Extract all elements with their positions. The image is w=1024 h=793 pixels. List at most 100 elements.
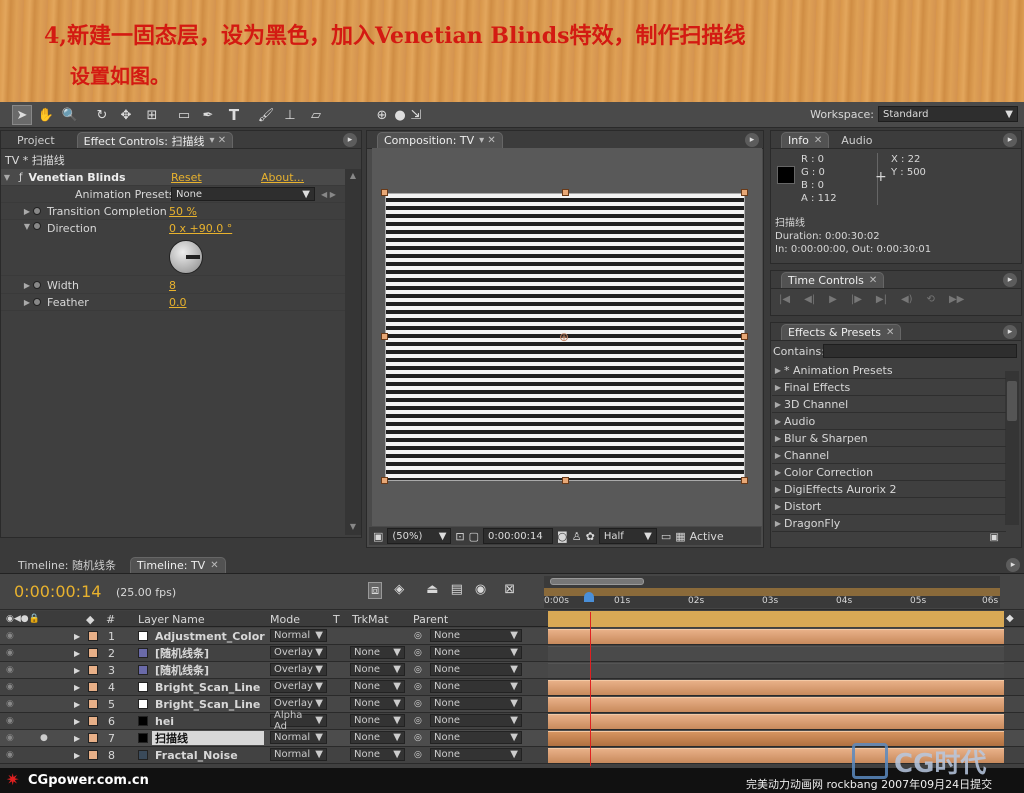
column-parent[interactable]: Parent xyxy=(413,612,448,626)
expand-triangle-icon[interactable]: ▼ xyxy=(21,222,33,231)
layer-name[interactable]: [随机线条] xyxy=(155,663,209,677)
trkmat-select[interactable]: None ▼ xyxy=(350,680,405,693)
layer-row[interactable]: ◉ ▶ 2 [随机线条] Overlay ▼ None ▼ ◎ None ▼ xyxy=(0,645,1024,662)
parent-select[interactable]: None ▼ xyxy=(430,680,522,693)
channels-icon[interactable]: ✿ xyxy=(586,530,595,543)
pickwhip-icon[interactable]: ◎ xyxy=(414,748,422,762)
close-icon[interactable]: ▾ ✕ xyxy=(479,135,496,146)
layer-handle[interactable] xyxy=(741,189,748,196)
effect-category[interactable]: ▶ Final Effects xyxy=(772,379,1006,396)
view-axis-icon[interactable]: ⇲ xyxy=(406,105,426,125)
axis-mode-icon[interactable]: ⊕ xyxy=(372,105,392,125)
layer-handle[interactable] xyxy=(562,477,569,484)
label-color-swatch[interactable] xyxy=(88,750,98,760)
param-row-direction[interactable]: ▼ Direction 0 x +90.0 ° xyxy=(1,220,345,276)
label-color-swatch[interactable] xyxy=(88,699,98,709)
pickwhip-icon[interactable]: ◎ xyxy=(414,714,422,728)
stopwatch-icon[interactable] xyxy=(33,207,41,215)
grid-icon[interactable]: ⊡ xyxy=(455,530,464,543)
layer-row[interactable]: ◉ ▶ 3 [随机线条] Overlay ▼ None ▼ ◎ None ▼ xyxy=(0,662,1024,679)
layer-name[interactable]: Bright_Scan_Line xyxy=(155,680,260,694)
loop-icon[interactable]: ⟲ xyxy=(927,294,935,305)
expand-triangle-icon[interactable]: ▶ xyxy=(21,207,33,216)
param-value[interactable]: 0.0 xyxy=(169,296,187,309)
eye-icon[interactable]: ◉ xyxy=(6,714,14,728)
mode-select[interactable]: Overlay ▼ xyxy=(270,697,327,710)
trkmat-select[interactable]: None ▼ xyxy=(350,697,405,710)
zoom-select[interactable]: (50%) ▼ xyxy=(387,528,452,544)
label-color-swatch[interactable] xyxy=(88,716,98,726)
panel-menu-icon[interactable]: ▸ xyxy=(1006,558,1020,572)
expand-triangle-icon[interactable]: ▶ xyxy=(74,697,80,711)
effect-category[interactable]: ▶ Audio xyxy=(772,413,1006,430)
effect-category[interactable]: ▶ Color Correction xyxy=(772,464,1006,481)
layer-row[interactable]: ◉ ▶ 1 Adjustment_Color Normal ▼ ◎ None ▼ xyxy=(0,628,1024,645)
pickwhip-icon[interactable]: ◎ xyxy=(414,680,422,694)
eye-icon[interactable]: ◉ xyxy=(6,697,14,711)
layer-duration-bar[interactable] xyxy=(548,714,1004,729)
anchor-point-icon[interactable]: ⊕ xyxy=(559,330,569,344)
trkmat-select[interactable]: None ▼ xyxy=(350,731,405,744)
safe-zones-icon[interactable]: ▢ xyxy=(469,530,479,543)
eye-icon[interactable]: ◉ xyxy=(6,748,14,762)
param-row-transition[interactable]: ▶ Transition Completion 50 % xyxy=(1,203,345,220)
audio-icon[interactable]: ◀) xyxy=(901,294,913,305)
draft-3d-icon[interactable]: ◈ xyxy=(394,582,404,599)
solo-icon[interactable]: ● xyxy=(40,731,48,745)
type-tool-icon[interactable]: T xyxy=(224,105,244,125)
param-row-feather[interactable]: ▶ Feather 0.0 xyxy=(1,294,345,311)
pickwhip-icon[interactable]: ◎ xyxy=(414,731,422,745)
previous-frame-icon[interactable]: ◀| xyxy=(804,294,815,305)
zoom-tool-icon[interactable]: 🔍 xyxy=(60,105,80,125)
eye-icon[interactable]: ◉ xyxy=(6,663,14,677)
tab-composition[interactable]: Composition: TV ▾ ✕ xyxy=(377,132,503,148)
eraser-tool-icon[interactable]: ▱ xyxy=(306,105,326,125)
effect-category[interactable]: ▶ * Animation Presets xyxy=(772,362,1006,379)
expand-triangle-icon[interactable]: ▶ xyxy=(21,281,33,290)
panel-menu-icon[interactable]: ▸ xyxy=(1003,133,1017,147)
hand-tool-icon[interactable]: ✋ xyxy=(36,105,56,125)
effect-category[interactable]: ▶ Channel xyxy=(772,447,1006,464)
layer-name[interactable]: Bright_Scan_Line xyxy=(155,697,260,711)
motion-blur-icon[interactable]: ◉ xyxy=(475,582,486,599)
mode-select[interactable]: Overlay ▼ xyxy=(270,663,327,676)
expand-triangle-icon[interactable]: ▶ xyxy=(74,629,80,643)
work-area-range[interactable] xyxy=(544,588,1000,596)
pickwhip-icon[interactable]: ◎ xyxy=(414,629,422,643)
expand-triangle-icon[interactable]: ▼ xyxy=(1,173,13,182)
expand-triangle-icon[interactable]: ▶ xyxy=(74,731,80,745)
clone-stamp-icon[interactable]: ⊥ xyxy=(280,105,300,125)
trkmat-select[interactable]: None ▼ xyxy=(350,748,405,761)
param-value[interactable]: 50 % xyxy=(169,205,197,218)
eye-icon[interactable]: ◉ xyxy=(6,680,14,694)
trkmat-select[interactable]: None ▼ xyxy=(350,663,405,676)
active-camera-label[interactable]: Active xyxy=(690,530,724,543)
parent-select[interactable]: None ▼ xyxy=(430,629,522,642)
effect-category[interactable]: ▶ DragonFly xyxy=(772,515,1006,532)
layer-name[interactable]: Fractal_Noise xyxy=(155,748,238,762)
playhead-line[interactable] xyxy=(590,612,591,766)
time-zoom-icon[interactable]: ◆ xyxy=(1006,613,1014,624)
close-icon[interactable]: ✕ xyxy=(886,327,894,338)
parent-select[interactable]: None ▼ xyxy=(430,663,522,676)
selection-tool-icon[interactable]: ➤ xyxy=(12,105,32,125)
effect-header-row[interactable]: ▼ ƒ Venetian Blinds Reset About... xyxy=(1,169,345,186)
mode-select[interactable]: Overlay ▼ xyxy=(270,680,327,693)
close-icon[interactable]: ✕ xyxy=(210,560,218,571)
last-frame-icon[interactable]: ▶| xyxy=(876,294,887,305)
layer-handle[interactable] xyxy=(562,189,569,196)
parent-select[interactable]: None ▼ xyxy=(430,697,522,710)
mode-select[interactable]: Overlay ▼ xyxy=(270,646,327,659)
close-icon[interactable]: ▾ ✕ xyxy=(210,135,227,146)
layer-handle[interactable] xyxy=(381,333,388,340)
panel-menu-icon[interactable]: ▸ xyxy=(343,133,357,147)
layer-handle[interactable] xyxy=(381,477,388,484)
hide-shy-layers-icon[interactable]: ⏏ xyxy=(426,582,438,599)
transparency-grid-icon[interactable]: ▦ xyxy=(675,530,685,543)
rectangle-mask-icon[interactable]: ▭ xyxy=(174,105,194,125)
work-area-bar[interactable] xyxy=(550,578,644,585)
brush-tool-icon[interactable]: 🖌 xyxy=(256,105,276,125)
contains-search-input[interactable] xyxy=(823,344,1017,358)
param-row-width[interactable]: ▶ Width 8 xyxy=(1,277,345,294)
graph-editor-icon[interactable]: ⊠ xyxy=(504,582,515,599)
